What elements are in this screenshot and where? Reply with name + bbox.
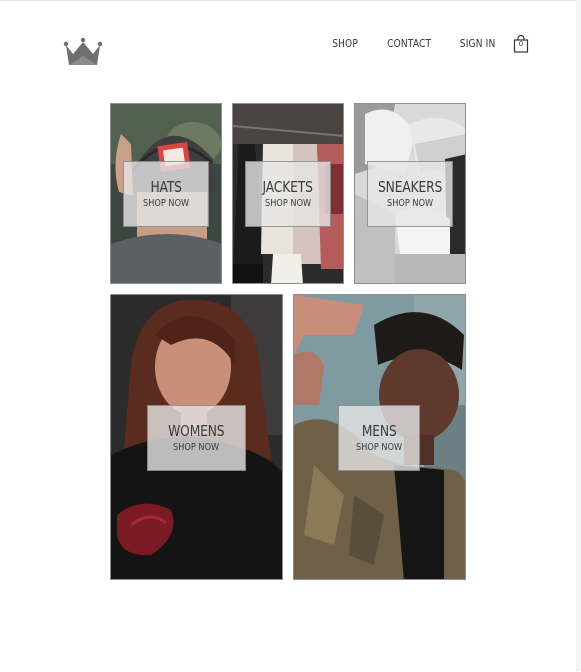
category-title: WOMENS xyxy=(168,421,225,440)
category-tile-womens[interactable]: WOMENS SHOP NOW xyxy=(110,294,283,580)
shop-now-link[interactable]: SHOP NOW xyxy=(143,198,189,210)
scrollbar-track[interactable] xyxy=(576,0,581,671)
category-tile-sneakers[interactable]: SNEAKERS SHOP NOW xyxy=(354,103,466,284)
page xyxy=(0,0,577,672)
sneakers-label-box[interactable]: SNEAKERS SHOP NOW xyxy=(367,161,453,227)
crown-logo[interactable] xyxy=(62,36,104,66)
shop-now-link[interactable]: SHOP NOW xyxy=(356,442,402,454)
nav-sign-in-link[interactable]: SIGN IN xyxy=(459,38,495,50)
mens-label-box[interactable]: MENS SHOP NOW xyxy=(338,405,420,471)
hats-label-box[interactable]: HATS SHOP NOW xyxy=(123,161,209,227)
category-title: SNEAKERS xyxy=(377,177,443,196)
category-title: JACKETS xyxy=(262,177,314,196)
shop-now-link[interactable]: SHOP NOW xyxy=(265,198,311,210)
womens-label-box[interactable]: WOMENS SHOP NOW xyxy=(147,405,246,471)
category-tile-jackets[interactable]: JACKETS SHOP NOW xyxy=(232,103,344,284)
main-nav: SHOP CONTACT SIGN IN 0 xyxy=(306,35,529,53)
shop-now-link[interactable]: SHOP NOW xyxy=(173,442,219,454)
cart-count: 0 xyxy=(518,40,524,48)
category-title: MENS xyxy=(361,421,397,440)
cart-button[interactable]: 0 xyxy=(513,35,529,53)
category-title: HATS xyxy=(150,177,182,196)
category-tile-hats[interactable]: HATS SHOP NOW xyxy=(110,103,222,284)
nav-contact-link[interactable]: CONTACT xyxy=(388,38,432,50)
shop-now-link[interactable]: SHOP NOW xyxy=(387,198,433,210)
jackets-label-box[interactable]: JACKETS SHOP NOW xyxy=(245,161,331,227)
category-tile-mens[interactable]: MENS SHOP NOW xyxy=(293,294,466,580)
nav-shop-link[interactable]: SHOP xyxy=(333,38,359,50)
